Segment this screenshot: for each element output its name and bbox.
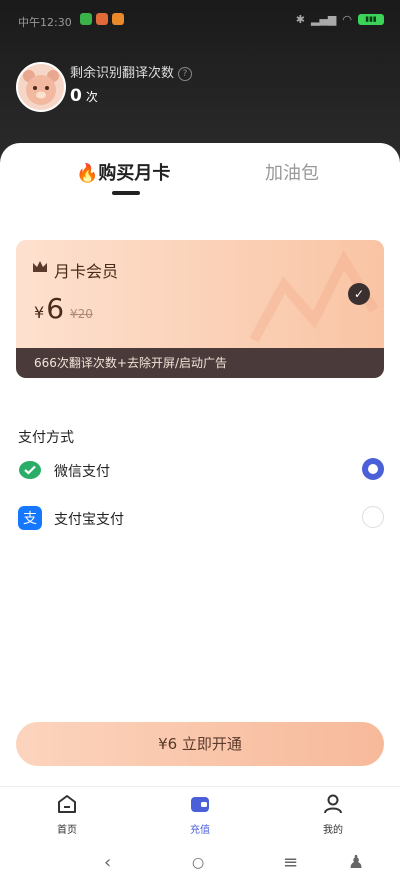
app-notification-icon [96,13,108,25]
payment-method-title: 支付方式 [18,430,74,446]
purchase-sheet: 🔥购买月卡 加油包 月卡会员 ¥6 ¥20 ✓ 666次翻译次数+去除开屏/启动广… [0,143,400,887]
help-icon[interactable]: ? [178,67,193,81]
bluetooth-icon: ✱ [295,13,305,26]
card-original-price: ¥20 [70,307,93,321]
tab-month-card[interactable]: 🔥购买月卡 [76,159,170,185]
card-price: ¥6 ¥20 [34,292,93,325]
accessibility-icon[interactable]: ♟ [348,852,364,873]
app-notification-icon [112,13,124,25]
wifi-icon: ◠ [342,13,352,26]
home-circle-icon[interactable]: ○ [192,855,204,871]
back-icon[interactable]: ‹ [104,852,111,873]
bear-avatar-icon [23,70,59,105]
system-nav-bar: ‹ ○ ≡ ♟ [0,842,400,887]
bottom-nav: 首页 充值 我的 [0,786,400,843]
status-indicators: ✱ ▂▄▆ ◠ ▮▮▮ [296,13,384,26]
home-icon [58,795,76,813]
alipay-label: 支付宝支付 [54,512,124,528]
nav-item-mine[interactable]: 我的 [303,793,363,836]
remaining-count-unit: 次 [85,90,98,104]
status-time: 中午12:30 [18,16,72,29]
person-icon [324,794,342,814]
subscribe-button[interactable]: ¥6 立即开通 [16,722,384,766]
remaining-count: 0次 [70,86,98,106]
tab-fuel-pack[interactable]: 加油包 [265,159,319,185]
signal-icon: ▂▄▆ [311,13,337,26]
nav-item-home[interactable]: 首页 [37,793,97,836]
remaining-title: 剩余识别翻译次数? [70,62,193,81]
svg-text:支: 支 [23,511,37,527]
card-price-currency: ¥ [34,303,45,322]
wallet-icon [191,797,209,812]
fire-icon: 🔥 [76,163,99,184]
avatar[interactable] [16,62,66,112]
remaining-title-text: 剩余识别翻译次数 [70,66,175,81]
nav-home-label: 首页 [57,825,77,836]
check-icon: ✓ [348,283,370,305]
wechat-pay-radio[interactable] [362,458,384,480]
wechat-pay-label: 微信支付 [54,464,110,480]
alipay-radio[interactable] [362,506,384,528]
card-title: 月卡会员 [54,262,119,281]
nav-item-recharge[interactable]: 充值 [170,793,230,836]
wechat-pay-icon [19,461,41,479]
tab-month-card-label: 购买月卡 [98,163,171,184]
nav-mine-label: 我的 [323,825,343,836]
nav-recharge-label: 充值 [190,825,210,836]
crown-icon [33,261,47,272]
battery-icon: ▮▮▮ [358,14,384,25]
active-tab-indicator [112,191,140,195]
alipay-icon: 支 [18,506,42,530]
month-card-plan[interactable]: 月卡会员 ¥6 ¥20 ✓ 666次翻译次数+去除开屏/启动广告 [16,240,384,378]
payment-option-wechat[interactable]: 微信支付 [18,455,384,485]
payment-option-alipay[interactable]: 支 支付宝支付 [18,503,384,533]
app-notification-icon [80,13,92,25]
remaining-count-value: 0 [70,86,82,106]
status-app-icons [80,13,124,25]
card-price-value: 6 [46,292,65,325]
status-bar: 中午12:30 ✱ ▂▄▆ ◠ ▮▮▮ [0,0,400,44]
card-benefits: 666次翻译次数+去除开屏/启动广告 [16,348,384,378]
recents-icon[interactable]: ≡ [283,852,298,873]
